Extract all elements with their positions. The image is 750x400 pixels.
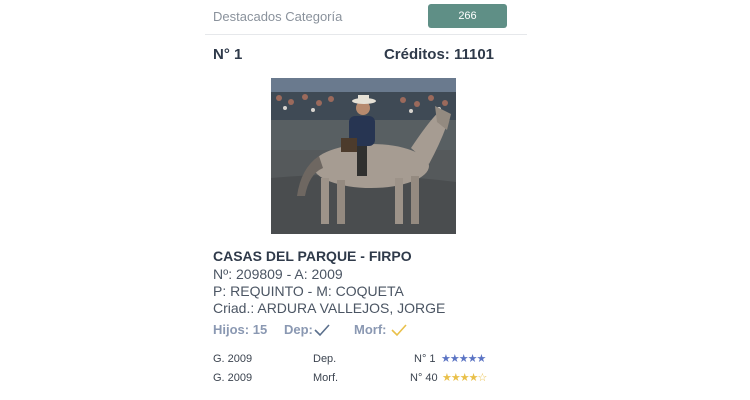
rating-generation: G. 2009 [213,353,253,365]
star-filled-icon: ★ [476,353,487,365]
star-filled-icon: ★ [441,353,451,365]
star-filled-icon: ★ [468,372,479,384]
horse-name[interactable]: CASAS DEL PARQUE - FIRPO [213,248,412,264]
rating-type: Dep. [313,353,337,365]
breeder-info: Criad.: ARDURA VALLEJOS, JORGE [213,300,446,316]
horse-photo[interactable] [271,78,456,234]
category-label: Destacados Categoría [213,9,343,24]
dep-check-icon [314,324,330,337]
rank-number: N° 1 [213,46,243,63]
parents-info: P: REQUINTO - M: COQUETA [213,283,404,299]
star-filled-icon: ★ [458,353,469,365]
star-filled-icon: ★ [450,372,461,384]
category-count-button[interactable]: 266 [428,4,507,28]
credits-value: Créditos: 11101 [383,46,494,63]
featured-card: Destacados Categoría 266 N° 1 Créditos: … [205,0,527,400]
children-count[interactable]: Hijos: 15 [213,322,267,337]
rating-position: N° 40 [410,372,438,384]
rating-type: Morf. [313,372,339,384]
dep-label: Dep: [284,322,313,337]
star-rating-icon: ★★★★☆ [442,371,488,384]
star-filled-icon: ★ [459,372,470,384]
rating-row-morf: G. 2009 Morf. N° 40 ★★★★☆ [213,372,527,388]
star-filled-icon: ★ [442,372,452,384]
rating-row-dep: G. 2009 Dep. N° 1 ★★★★★ [213,353,527,369]
morf-check-icon [391,324,407,337]
meta-row: Hijos: 15 Dep: Morf: [213,322,527,340]
star-empty-icon: ☆ [477,372,488,384]
rating-position: N° 1 [414,353,436,365]
registration-info: Nº: 209809 - A: 2009 [213,266,343,282]
rank-row: N° 1 Créditos: 11101 [205,46,527,68]
category-header: Destacados Categoría 266 [205,0,527,35]
star-filled-icon: ★ [449,353,460,365]
horse-rider-image [271,78,456,234]
rating-generation: G. 2009 [213,372,253,384]
star-filled-icon: ★ [467,353,478,365]
star-rating-icon: ★★★★★ [441,352,487,365]
morf-label: Morf: [354,322,387,337]
